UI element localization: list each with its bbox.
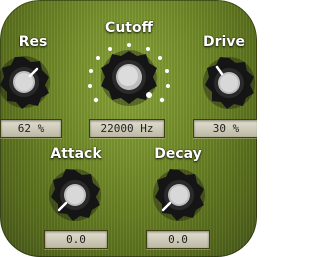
attack-label: Attack xyxy=(50,146,102,162)
res-knob[interactable] xyxy=(0,52,60,112)
attack-readout[interactable]: 0.0 xyxy=(44,230,108,249)
res-readout[interactable]: 62 % xyxy=(0,119,62,138)
drive-label: Drive xyxy=(203,34,245,50)
plugin-panel: Res Cutoff Drive Attack Decay 62 % 22000… xyxy=(0,0,257,257)
decay-knob[interactable] xyxy=(148,164,210,226)
cutoff-readout[interactable]: 22000 Hz xyxy=(89,119,165,138)
decay-label: Decay xyxy=(154,146,202,162)
cutoff-label: Cutoff xyxy=(105,20,153,36)
attack-knob[interactable] xyxy=(44,164,106,226)
decay-readout[interactable]: 0.0 xyxy=(146,230,210,249)
drive-knob[interactable] xyxy=(198,52,257,114)
cutoff-knob[interactable] xyxy=(82,38,176,122)
drive-readout[interactable]: 30 % xyxy=(193,119,257,138)
res-label: Res xyxy=(18,34,48,50)
